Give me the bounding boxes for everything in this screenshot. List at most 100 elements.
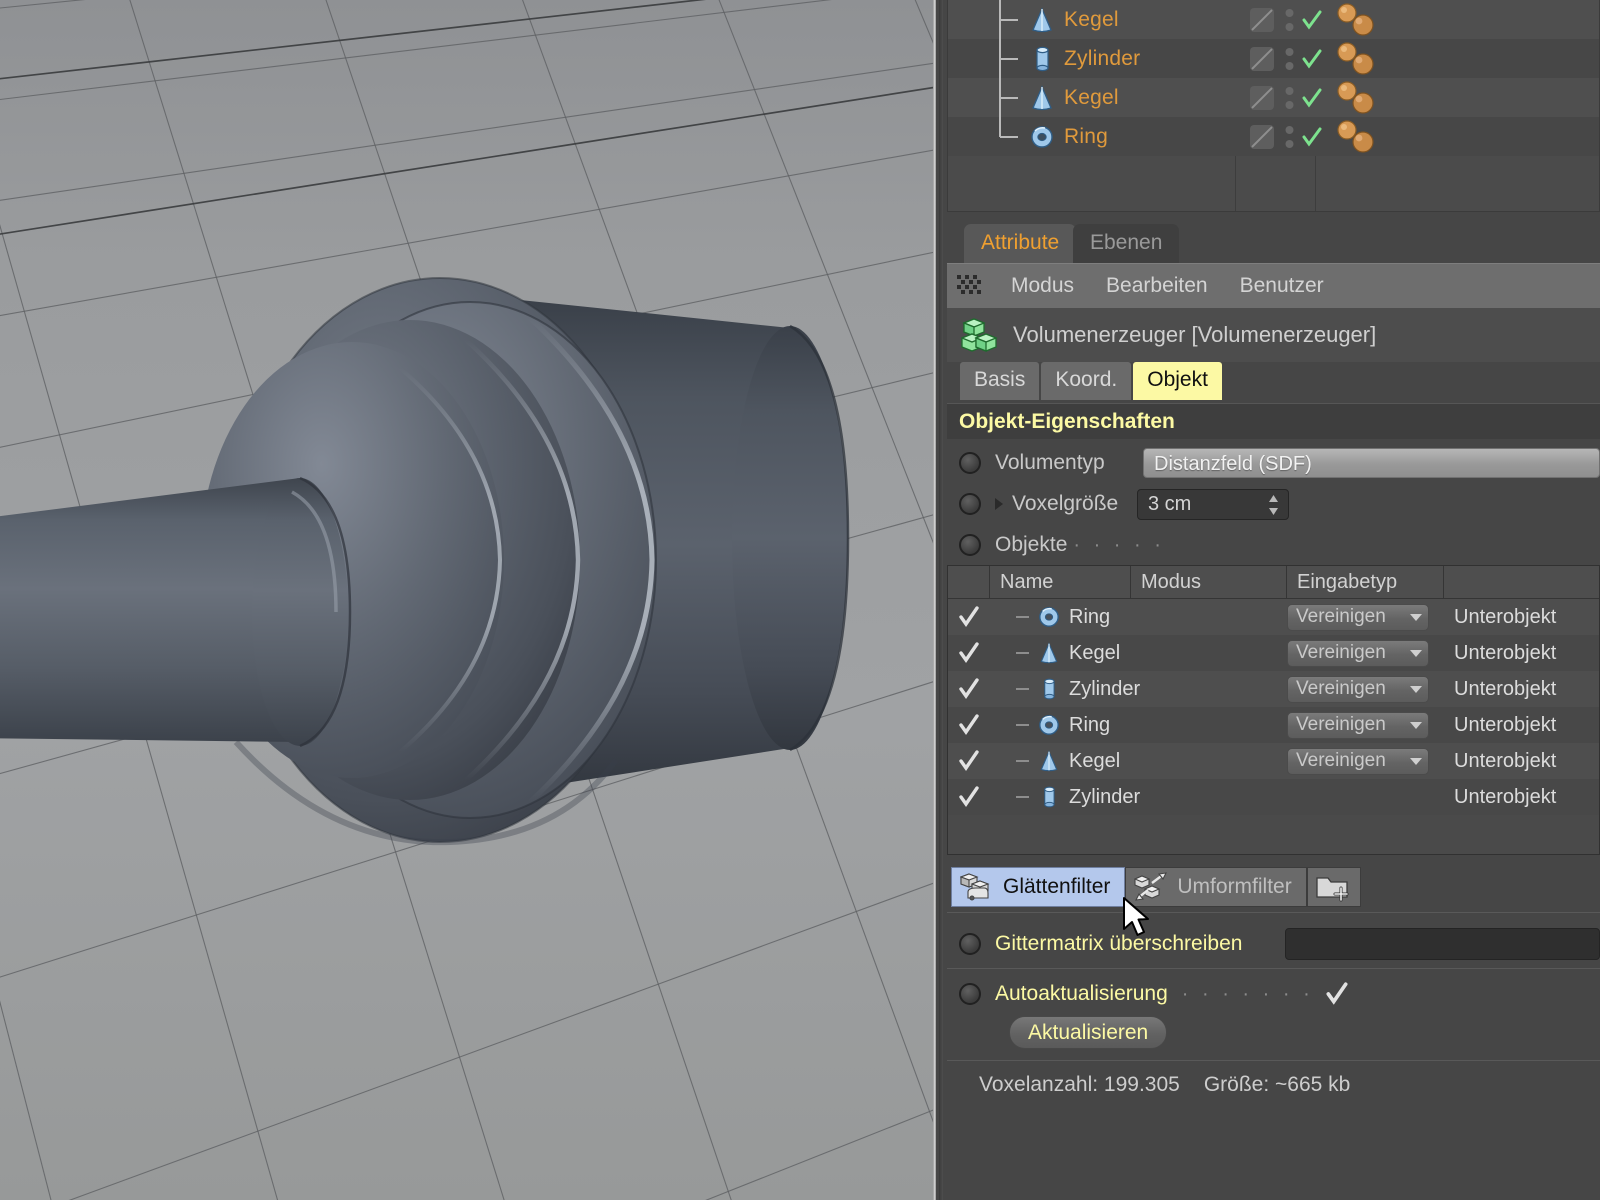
row-checkbox[interactable] <box>948 785 990 809</box>
table-row[interactable]: Ring Vereinigen Unterobjekt <box>948 707 1599 743</box>
object-row-tags[interactable] <box>1235 123 1323 151</box>
object-row-name-cell[interactable]: Kegel <box>948 78 1235 117</box>
check-icon[interactable] <box>957 785 981 809</box>
th-modus[interactable]: Modus <box>1131 566 1287 598</box>
check-icon[interactable] <box>957 677 981 701</box>
enabled-check-icon[interactable] <box>1301 48 1323 70</box>
mode-dropdown[interactable]: Vereinigen <box>1287 603 1429 631</box>
object-row-name-cell[interactable]: Ring <box>948 117 1235 156</box>
object-row-tags[interactable] <box>1235 45 1323 73</box>
th-name[interactable]: Name <box>990 566 1131 598</box>
phong-tag-icon[interactable] <box>1335 41 1383 76</box>
tab-attribute[interactable]: Attribute <box>964 224 1077 263</box>
tab-basis[interactable]: Basis <box>960 362 1040 400</box>
object-row-tag-icons[interactable] <box>1323 119 1599 154</box>
animation-track-dot[interactable] <box>959 983 981 1005</box>
visibility-toggle-icon[interactable] <box>1285 123 1294 151</box>
visibility-dot-icon[interactable] <box>1248 6 1278 34</box>
mode-dropdown[interactable]: Vereinigen <box>1287 711 1429 739</box>
object-manager-row[interactable]: Kegel <box>948 78 1599 117</box>
tab-objekt[interactable]: Objekt <box>1133 362 1222 400</box>
table-row[interactable]: Zylinder Unterobjekt <box>948 779 1599 815</box>
object-row-tag-icons[interactable] <box>1323 2 1599 37</box>
menu-item-modus[interactable]: Modus <box>995 274 1090 298</box>
perspective-viewport[interactable] <box>0 0 936 1200</box>
chevron-down-icon <box>1410 649 1422 657</box>
th-eingabetyp[interactable]: Eingabetyp <box>1287 566 1444 598</box>
object-row-tags[interactable] <box>1235 6 1323 34</box>
visibility-toggle-icon[interactable] <box>1285 45 1294 73</box>
row-checkbox[interactable] <box>948 641 990 665</box>
mode-dropdown[interactable]: Vereinigen <box>1287 747 1429 775</box>
gittermatrix-field[interactable] <box>1285 928 1600 960</box>
table-row[interactable]: Kegel Vereinigen Unterobjekt <box>948 743 1599 779</box>
tab-koord[interactable]: Koord. <box>1041 362 1132 400</box>
visibility-dot-icon[interactable] <box>1248 45 1278 73</box>
object-manager-row[interactable]: Zylinder <box>948 39 1599 78</box>
aktualisieren-button[interactable]: Aktualisieren <box>1009 1015 1168 1049</box>
row-name-cell[interactable]: Ring <box>990 714 1287 737</box>
object-manager-row[interactable]: Ring <box>948 117 1599 156</box>
add-filter-button[interactable] <box>1306 867 1361 907</box>
row-name-cell[interactable]: Ring <box>990 606 1287 629</box>
row-name-cell[interactable]: Zylinder <box>990 786 1287 809</box>
visibility-dot-icon[interactable] <box>1248 84 1278 112</box>
label-objekte: Objekte <box>995 533 1068 556</box>
row-checkbox[interactable] <box>948 749 990 773</box>
row-mode-cell[interactable]: Vereinigen <box>1287 711 1444 739</box>
object-row-tag-icons[interactable] <box>1323 80 1599 115</box>
phong-tag-icon[interactable] <box>1335 2 1383 37</box>
tab-ebenen[interactable]: Ebenen <box>1073 224 1180 263</box>
enabled-check-icon[interactable] <box>1301 87 1323 109</box>
menu-item-benutzer[interactable]: Benutzer <box>1224 274 1340 298</box>
phong-tag-icon[interactable] <box>1335 80 1383 115</box>
visibility-dot-icon[interactable] <box>1248 123 1278 151</box>
phong-tag-icon[interactable] <box>1335 119 1383 154</box>
objects-table[interactable]: Name Modus Eingabetyp Ring Vereinigen Un… <box>947 565 1600 855</box>
check-icon[interactable] <box>957 605 981 629</box>
animation-track-dot[interactable] <box>959 933 981 955</box>
table-row[interactable]: Ring Vereinigen Unterobjekt <box>948 599 1599 635</box>
mode-dropdown[interactable]: Vereinigen <box>1287 675 1429 703</box>
table-row[interactable]: Kegel Vereinigen Unterobjekt <box>948 635 1599 671</box>
volumentyp-dropdown[interactable]: Distanzfeld (SDF) <box>1143 448 1600 478</box>
enabled-check-icon[interactable] <box>1301 9 1323 31</box>
mode-dropdown[interactable]: Vereinigen <box>1287 639 1429 667</box>
autoupdate-checkbox[interactable] <box>1324 981 1350 1007</box>
row-checkbox[interactable] <box>948 713 990 737</box>
check-icon[interactable] <box>957 749 981 773</box>
row-mode-cell[interactable]: Vereinigen <box>1287 603 1444 631</box>
enabled-check-icon[interactable] <box>1301 126 1323 148</box>
visibility-toggle-icon[interactable] <box>1285 6 1294 34</box>
object-manager-row[interactable]: Kegel <box>948 0 1599 39</box>
panel-left-edge <box>939 0 943 1200</box>
check-icon[interactable] <box>957 641 981 665</box>
animation-track-dot[interactable] <box>959 493 981 515</box>
object-row-tag-icons[interactable] <box>1323 41 1599 76</box>
row-checkbox[interactable] <box>948 677 990 701</box>
th-extra[interactable] <box>1444 566 1599 598</box>
voxelgroesse-input[interactable]: 3 cm <box>1137 488 1289 520</box>
object-row-tags[interactable] <box>1235 84 1323 112</box>
object-row-name-cell[interactable]: Kegel <box>948 0 1235 39</box>
expand-arrow-icon[interactable] <box>995 498 1003 510</box>
menu-item-bearbeiten[interactable]: Bearbeiten <box>1090 274 1224 298</box>
row-mode-cell[interactable]: Vereinigen <box>1287 639 1444 667</box>
row-name-cell[interactable]: Kegel <box>990 642 1287 665</box>
animation-track-dot[interactable] <box>959 534 981 556</box>
object-manager[interactable]: Kegel Zylinder Kegel Ring <box>947 0 1600 212</box>
row-checkbox[interactable] <box>948 605 990 629</box>
row-name-cell[interactable]: Zylinder <box>990 678 1287 701</box>
animation-track-dot[interactable] <box>959 452 981 474</box>
row-mode-cell[interactable]: Vereinigen <box>1287 747 1444 775</box>
visibility-toggle-icon[interactable] <box>1285 84 1294 112</box>
umformfilter-button[interactable]: Umformfilter <box>1125 867 1307 907</box>
table-row[interactable]: Zylinder Vereinigen Unterobjekt <box>948 671 1599 707</box>
check-icon[interactable] <box>957 713 981 737</box>
spinner-arrows-icon[interactable] <box>1268 494 1279 516</box>
glaettenfilter-button[interactable]: Glättenfilter <box>951 867 1126 907</box>
row-name-cell[interactable]: Kegel <box>990 750 1287 773</box>
row-mode-cell[interactable]: Vereinigen <box>1287 675 1444 703</box>
object-row-name-cell[interactable]: Zylinder <box>948 39 1235 78</box>
grip-handle-icon[interactable] <box>957 275 983 297</box>
